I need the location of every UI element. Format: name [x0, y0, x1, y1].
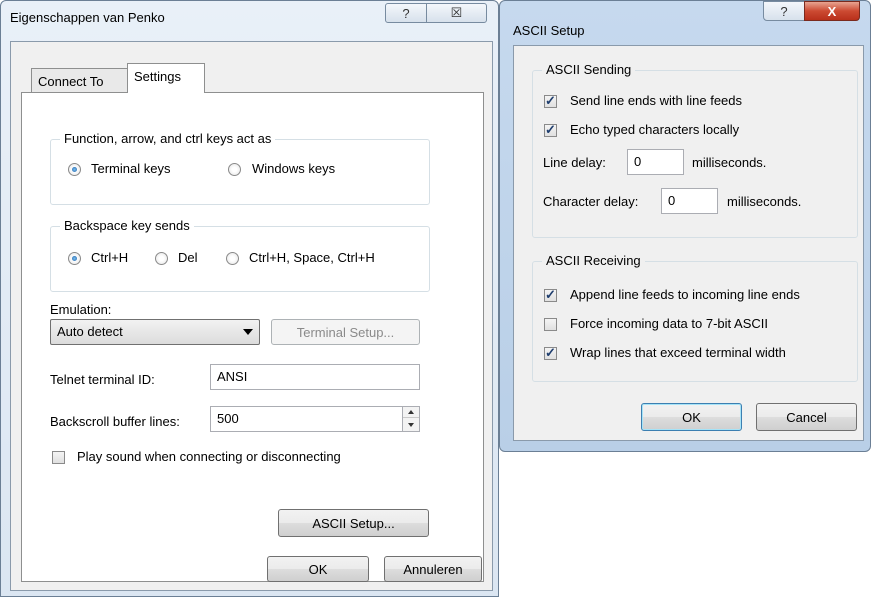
arrow-up-icon	[408, 410, 414, 414]
radio-windows-keys-label: Windows keys	[252, 161, 336, 176]
emulation-label: Emulation:	[50, 302, 112, 317]
backspace-group-title: Backspace key sends	[60, 218, 194, 233]
close-icon[interactable]: X	[804, 1, 860, 21]
telnet-id-label: Telnet terminal ID:	[50, 372, 155, 387]
backscroll-input[interactable]: 500	[210, 406, 420, 432]
telnet-id-input[interactable]: ANSI	[210, 364, 420, 390]
radio-del-label: Del	[178, 250, 198, 265]
char-delay-input[interactable]: 0	[661, 188, 718, 214]
tab-connect-to[interactable]: Connect To	[31, 68, 128, 92]
radio-terminal-keys-label: Terminal keys	[91, 161, 171, 176]
send-line-ends-checkbox[interactable]	[544, 93, 557, 109]
ascii-receiving-title: ASCII Receiving	[542, 253, 645, 268]
ascii-cancel-button[interactable]: Cancel	[756, 403, 857, 431]
spin-up-button[interactable]	[403, 407, 419, 418]
line-delay-label: Line delay:	[543, 155, 606, 170]
backspace-group: Backspace key sends Ctrl+H Del Ctrl+H, S…	[50, 218, 430, 292]
emulation-select-value: Auto detect	[57, 324, 123, 339]
force-7bit-label: Force incoming data to 7-bit ASCII	[570, 316, 768, 331]
wrap-lines-checkbox[interactable]	[544, 345, 557, 361]
wrap-lines-label: Wrap lines that exceed terminal width	[570, 345, 786, 360]
echo-label: Echo typed characters locally	[570, 122, 740, 137]
cancel-button[interactable]: Annuleren	[384, 556, 482, 582]
terminal-setup-button[interactable]: Terminal Setup...	[271, 319, 420, 345]
properties-dialog-title: Eigenschappen van Penko	[10, 10, 165, 25]
radio-ctrl-h-space-label: Ctrl+H, Space, Ctrl+H	[249, 250, 375, 265]
ascii-setup-dialog: ASCII Setup ? X ASCII Sending Send line …	[499, 0, 871, 452]
arrow-down-icon	[408, 422, 414, 427]
radio-ctrl-h-label: Ctrl+H	[91, 250, 129, 265]
keys-group-title: Function, arrow, and ctrl keys act as	[60, 131, 276, 146]
ascii-receiving-group: ASCII Receiving Append line feeds to inc…	[532, 253, 858, 382]
backscroll-value: 500	[217, 411, 239, 426]
ascii-ok-button[interactable]: OK	[641, 403, 742, 431]
properties-dialog: Eigenschappen van Penko ? ☒ Connect To S…	[0, 0, 499, 597]
append-linefeeds-checkbox[interactable]	[544, 287, 557, 303]
play-sound-checkbox[interactable]	[52, 451, 65, 464]
help-icon[interactable]: ?	[385, 3, 427, 23]
ok-button[interactable]: OK	[267, 556, 369, 582]
char-delay-label: Character delay:	[543, 194, 639, 209]
spin-down-button[interactable]	[403, 419, 419, 430]
send-line-ends-label: Send line ends with line feeds	[570, 93, 743, 108]
ascii-sending-group: ASCII Sending Send line ends with line f…	[532, 62, 858, 238]
help-icon[interactable]: ?	[763, 1, 805, 21]
play-sound-label: Play sound when connecting or disconnect…	[77, 449, 341, 464]
append-linefeeds-label: Append line feeds to incoming line ends	[570, 287, 800, 302]
ascii-setup-button[interactable]: ASCII Setup...	[278, 509, 429, 537]
settings-tab-panel: Function, arrow, and ctrl keys act as Te…	[21, 92, 484, 582]
line-delay-input[interactable]: 0	[627, 149, 684, 175]
ascii-dialog-title: ASCII Setup	[513, 23, 585, 38]
force-7bit-checkbox[interactable]	[544, 318, 557, 331]
radio-del[interactable]	[155, 252, 168, 265]
backscroll-label: Backscroll buffer lines:	[50, 414, 180, 429]
ascii-client-area: ASCII Sending Send line ends with line f…	[513, 45, 864, 441]
radio-ctrl-h[interactable]	[68, 252, 81, 265]
radio-terminal-keys[interactable]	[68, 163, 81, 176]
radio-ctrl-h-space[interactable]	[226, 252, 239, 265]
keys-group: Function, arrow, and ctrl keys act as Te…	[50, 131, 430, 205]
char-delay-unit: milliseconds.	[727, 194, 802, 209]
emulation-select[interactable]: Auto detect	[50, 319, 260, 345]
radio-windows-keys[interactable]	[228, 163, 241, 176]
chevron-down-icon	[243, 329, 253, 335]
close-icon[interactable]: ☒	[426, 3, 487, 23]
ascii-sending-title: ASCII Sending	[542, 62, 636, 77]
properties-client-area: Connect To Settings Function, arrow, and…	[10, 41, 493, 591]
backscroll-spinner[interactable]	[402, 407, 419, 431]
line-delay-unit: milliseconds.	[692, 155, 767, 170]
tab-settings[interactable]: Settings	[127, 63, 205, 93]
echo-checkbox[interactable]	[544, 122, 557, 138]
